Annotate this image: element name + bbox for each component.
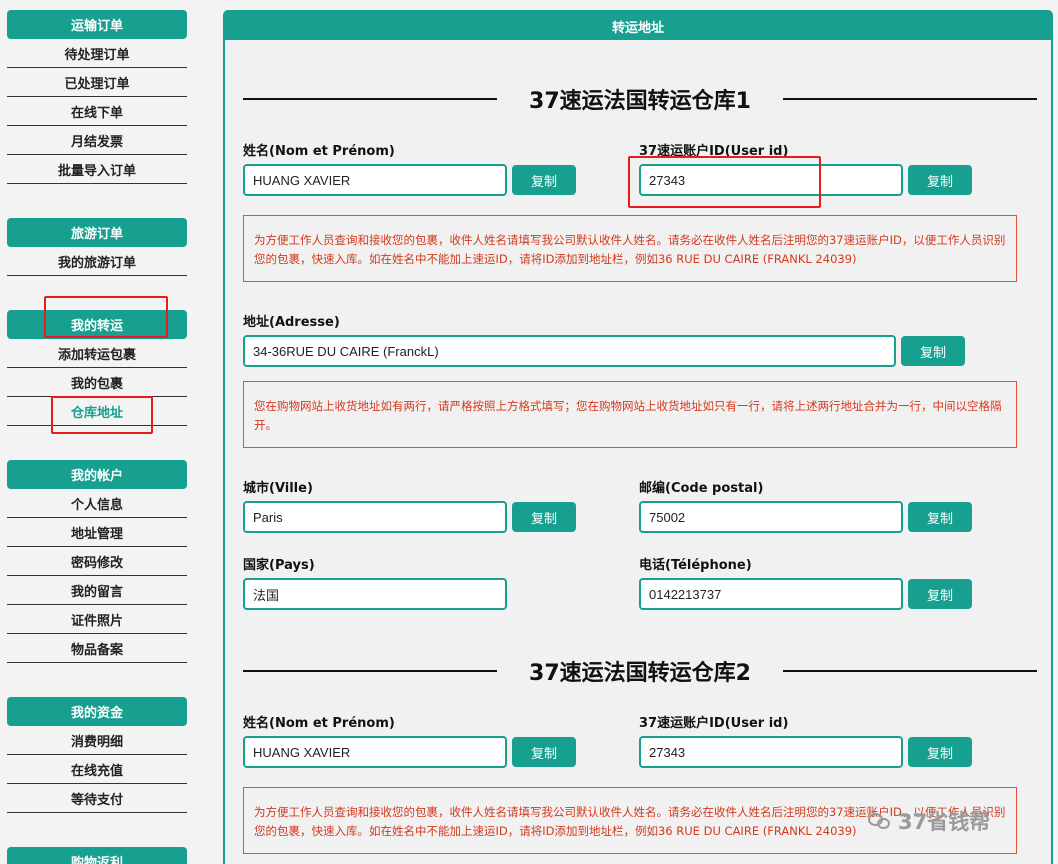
sidebar-section-my-funds[interactable]: 我的资金 — [7, 697, 187, 726]
address-field-group: 地址(Adresse) 34-36RUE DU CAIRE (FranckL) … — [243, 311, 965, 367]
copy-city-button[interactable]: 复制 — [512, 502, 576, 532]
sidebar-section-my-forwarding[interactable]: 我的转运 — [7, 310, 187, 339]
userid2-label: 37速运账户ID(User id) — [639, 716, 789, 731]
copy-name2-button[interactable]: 复制 — [512, 737, 576, 767]
copy-userid2-button[interactable]: 复制 — [908, 737, 972, 767]
country-field-group: 国家(Pays) 法国 — [243, 554, 507, 610]
panel-title: 转运地址 — [225, 12, 1051, 40]
sidebar-item-monthly-invoice[interactable]: 月结发票 — [7, 126, 187, 155]
name2-input[interactable]: HUANG XAVIER — [243, 736, 507, 768]
userid-field-group: 37速运账户ID(User id) 27343 复制 — [639, 140, 972, 196]
address-label: 地址(Adresse) — [243, 315, 340, 330]
sidebar-item-online-topup[interactable]: 在线充值 — [7, 755, 187, 784]
sidebar-item-my-messages[interactable]: 我的留言 — [7, 576, 187, 605]
copy-phone-button[interactable]: 复制 — [908, 579, 972, 609]
sidebar-item-item-records[interactable]: 物品备案 — [7, 634, 187, 663]
sidebar-item-processed-orders[interactable]: 已处理订单 — [7, 68, 187, 97]
userid2-field-group: 37速运账户ID(User id) 27343 复制 — [639, 712, 972, 768]
city-label: 城市(Ville) — [243, 481, 313, 496]
sidebar-item-batch-import[interactable]: 批量导入订单 — [7, 155, 187, 184]
wechat-icon — [868, 811, 892, 831]
warehouse2-title: 37速运法国转运仓库2 — [529, 661, 751, 686]
sidebar-section-my-account[interactable]: 我的帐户 — [7, 460, 187, 489]
address-notice: 您在购物网站上收货地址如有两行，请严格按照上方格式填写；您在购物网站上收货地址如… — [243, 381, 1017, 448]
divider — [243, 98, 498, 100]
city-input[interactable]: Paris — [243, 501, 507, 533]
name-input[interactable]: HUANG XAVIER — [243, 164, 507, 196]
sidebar-item-address-management[interactable]: 地址管理 — [7, 518, 187, 547]
warehouse1-title-row: 37速运法国转运仓库1 — [243, 84, 1037, 114]
phone-input[interactable]: 0142213737 — [639, 578, 903, 610]
warehouse1-title: 37速运法国转运仓库1 — [529, 89, 751, 114]
sidebar-section-travel-orders[interactable]: 旅游订单 — [7, 218, 187, 247]
sidebar-item-pending-payment[interactable]: 等待支付 — [7, 784, 187, 813]
sidebar-item-spending-details[interactable]: 消费明细 — [7, 726, 187, 755]
sidebar-item-add-package[interactable]: 添加转运包裹 — [7, 339, 187, 368]
sidebar-item-online-order[interactable]: 在线下单 — [7, 97, 187, 126]
watermark-text: 37省钱帮 — [898, 810, 991, 834]
sidebar-section-shopping-rebate[interactable]: 购物返利 — [7, 847, 187, 864]
watermark: 37省钱帮 — [868, 806, 990, 836]
address-input[interactable]: 34-36RUE DU CAIRE (FranckL) — [243, 335, 896, 367]
name-field-group: 姓名(Nom et Prénom) HUANG XAVIER 复制 — [243, 140, 576, 196]
sidebar-item-personal-info[interactable]: 个人信息 — [7, 489, 187, 518]
name-notice: 为方便工作人员查询和接收您的包裹，收件人姓名请填写我公司默认收件人姓名。请务必在… — [243, 215, 1017, 282]
city-field-group: 城市(Ville) Paris 复制 — [243, 477, 576, 533]
sidebar: 运输订单 待处理订单 已处理订单 在线下单 月结发票 批量导入订单 旅游订单 我… — [7, 10, 187, 864]
copy-postal-button[interactable]: 复制 — [908, 502, 972, 532]
postal-input[interactable]: 75002 — [639, 501, 903, 533]
name2-label: 姓名(Nom et Prénom) — [243, 716, 395, 731]
divider — [782, 98, 1037, 100]
main-panel: 转运地址 37速运法国转运仓库1 姓名(Nom et Prénom) HUANG… — [223, 10, 1053, 864]
phone-field-group: 电话(Téléphone) 0142213737 复制 — [639, 554, 972, 610]
copy-name-button[interactable]: 复制 — [512, 165, 576, 195]
sidebar-section-transport-orders[interactable]: 运输订单 — [7, 10, 187, 39]
divider — [243, 670, 498, 672]
sidebar-item-change-password[interactable]: 密码修改 — [7, 547, 187, 576]
country-label: 国家(Pays) — [243, 558, 315, 573]
name2-field-group: 姓名(Nom et Prénom) HUANG XAVIER 复制 — [243, 712, 576, 768]
postal-field-group: 邮编(Code postal) 75002 复制 — [639, 477, 972, 533]
sidebar-item-pending-orders[interactable]: 待处理订单 — [7, 39, 187, 68]
sidebar-item-my-travel-orders[interactable]: 我的旅游订单 — [7, 247, 187, 276]
sidebar-item-my-packages[interactable]: 我的包裹 — [7, 368, 187, 397]
userid2-input[interactable]: 27343 — [639, 736, 903, 768]
divider — [782, 670, 1037, 672]
postal-label: 邮编(Code postal) — [639, 481, 764, 496]
copy-userid-button[interactable]: 复制 — [908, 165, 972, 195]
warehouse2-title-row: 37速运法国转运仓库2 — [243, 656, 1037, 686]
phone-label: 电话(Téléphone) — [639, 558, 752, 573]
sidebar-item-warehouse-address[interactable]: 仓库地址 — [7, 397, 187, 426]
userid-label: 37速运账户ID(User id) — [639, 144, 789, 159]
userid-input[interactable]: 27343 — [639, 164, 903, 196]
copy-address-button[interactable]: 复制 — [901, 336, 965, 366]
country-input[interactable]: 法国 — [243, 578, 507, 610]
name-label: 姓名(Nom et Prénom) — [243, 144, 395, 159]
sidebar-item-id-photos[interactable]: 证件照片 — [7, 605, 187, 634]
